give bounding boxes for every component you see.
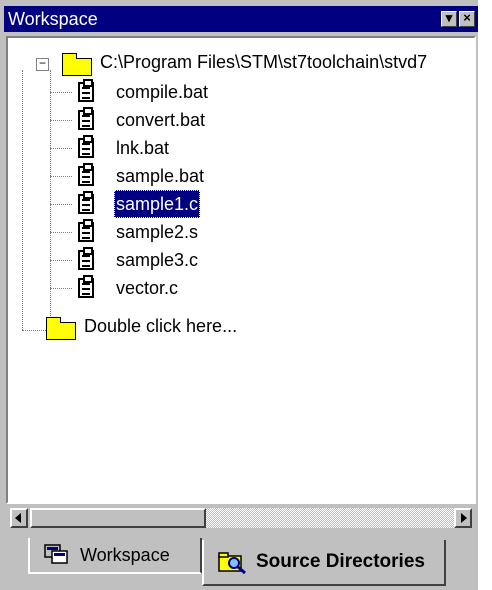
file-label: sample3.c xyxy=(116,250,199,270)
tree-connector-h xyxy=(50,120,72,121)
tree-connector-root xyxy=(22,70,23,330)
arrow-right-icon xyxy=(461,513,467,523)
file-label: convert.bat xyxy=(116,110,206,130)
file-icon xyxy=(78,275,94,298)
tree-connector-h xyxy=(50,204,72,205)
file-icon xyxy=(78,107,94,130)
file-icon xyxy=(78,219,94,242)
folder-icon xyxy=(62,53,92,76)
scrollbar-track[interactable] xyxy=(30,508,454,528)
tree-connector-h xyxy=(50,92,72,93)
file-label: lnk.bat xyxy=(116,138,170,158)
scroll-left-button[interactable] xyxy=(10,508,28,528)
minimize-icon[interactable]: ▾ xyxy=(441,11,457,27)
file-icon xyxy=(78,191,94,214)
search-folder-icon xyxy=(218,552,246,574)
tree-connector-h xyxy=(22,330,46,331)
tree-connector-h xyxy=(50,260,72,261)
file-icon xyxy=(78,79,94,102)
file-label: sample.bat xyxy=(116,166,205,186)
horizontal-scrollbar[interactable] xyxy=(6,504,476,530)
arrow-left-icon xyxy=(15,513,21,523)
tree-connector-vertical xyxy=(50,70,51,318)
file-label: sample1.c xyxy=(114,190,201,218)
window-title: Workspace xyxy=(8,9,98,29)
tab-label: Workspace xyxy=(80,545,170,565)
collapse-expander-icon[interactable]: − xyxy=(36,57,49,71)
scroll-right-button[interactable] xyxy=(454,508,472,528)
tab-workspace[interactable]: Workspace xyxy=(28,538,202,574)
file-label: vector.c xyxy=(116,278,179,298)
tree-connector-h xyxy=(50,176,72,177)
title-bar[interactable]: Workspace ▾ × xyxy=(4,6,478,32)
tab-source-directories[interactable]: Source Directories xyxy=(202,540,446,586)
panel-tabs: Workspace Source Directories xyxy=(0,530,478,590)
tab-label: Source Directories xyxy=(256,551,425,572)
add-folder-label: Double click here... xyxy=(84,316,238,336)
tree-connector-h xyxy=(50,232,72,233)
tree-connector-h xyxy=(50,148,72,149)
tree-root-label: C:\Program Files\STM\st7toolchain\stvd7 xyxy=(100,52,428,72)
folder-icon xyxy=(46,317,76,340)
source-tree-panel: − C:\Program Files\STM\st7toolchain\stvd… xyxy=(6,36,476,504)
tree-connector-h xyxy=(50,288,72,289)
workspace-window: Workspace ▾ × − C:\Program Files\STM\st7… xyxy=(0,0,478,590)
scrollbar-thumb[interactable] xyxy=(30,508,206,528)
file-label: compile.bat xyxy=(116,82,209,102)
workspace-icon xyxy=(44,544,68,564)
file-icon xyxy=(78,135,94,158)
file-label: sample2.s xyxy=(116,222,199,242)
close-icon[interactable]: × xyxy=(459,11,475,27)
file-icon xyxy=(78,163,94,186)
file-icon xyxy=(78,247,94,270)
